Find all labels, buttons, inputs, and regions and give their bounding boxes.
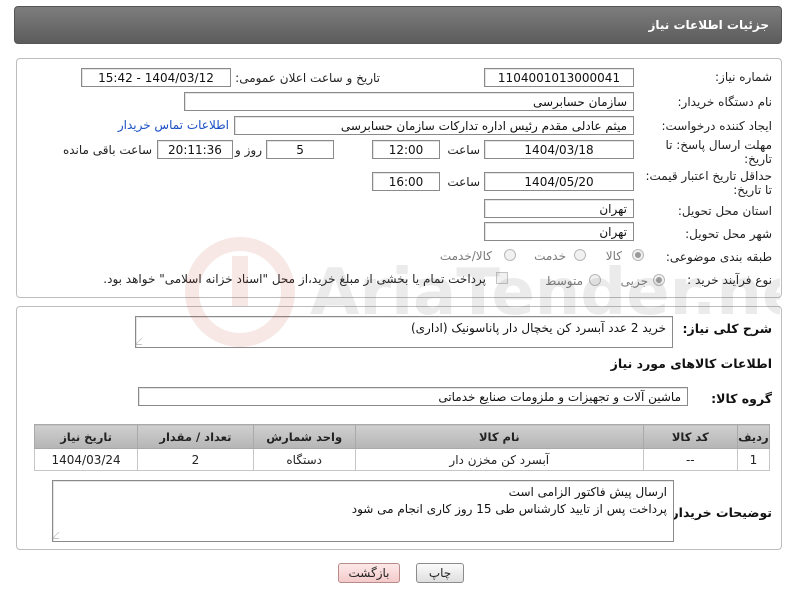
buyer-notes-textarea: ارسال پیش فاکتور الزامی است پرداخت پس از… xyxy=(51,480,674,542)
back-button[interactable]: بازگشت xyxy=(338,563,400,583)
buyer-org-label: نام دستگاه خریدار: xyxy=(677,95,773,109)
buyer-notes-label: توضیحات خریدار: xyxy=(666,505,772,520)
category-both-label: کالا/خدمت xyxy=(439,249,492,263)
col-row-number: ردیف xyxy=(736,424,771,449)
col-need-date: تاریخ نیاز xyxy=(33,424,139,449)
process-type-label: نوع فرآیند خرید : xyxy=(687,273,772,287)
summary-textarea: خرید 2 عدد آبسرد کن یخچال دار پاناسونیک … xyxy=(134,316,673,348)
reply-deadline-label-2: تاریخ: xyxy=(744,152,772,166)
print-button[interactable]: چاپ xyxy=(416,563,464,583)
summary-text: خرید 2 عدد آبسرد کن یخچال دار پاناسونیک … xyxy=(410,321,666,335)
goods-group-field: ماشین آلات و تجهیزات و ملزومات صنایع خدم… xyxy=(138,387,688,406)
resize-handle-icon[interactable] xyxy=(51,532,66,539)
price-time-label: ساعت xyxy=(447,175,480,189)
treasury-payment-checkbox[interactable] xyxy=(496,272,508,284)
cell-row-number: 1 xyxy=(736,448,771,471)
reply-time-field: 12:00 xyxy=(372,140,440,159)
cell-item-name: آبسرد کن مخزن دار xyxy=(354,448,644,471)
remaining-days-field: 5 xyxy=(266,140,334,159)
reply-deadline-label-1: مهلت ارسال پاسخ: تا xyxy=(665,138,772,152)
category-service-label: خدمت xyxy=(534,249,566,263)
announce-datetime-field: 1404/03/12 - 15:42 xyxy=(81,68,231,87)
summary-label: شرح کلی نیاز: xyxy=(682,321,772,336)
category-goods-radio[interactable] xyxy=(632,249,644,261)
reply-deadline-date-field: 1404/03/18 xyxy=(484,140,634,159)
requester-field: میثم عادلی مقدم رئیس اداره تدارکات سازما… xyxy=(234,116,634,135)
price-validity-label-2: تا تاریخ: xyxy=(733,183,772,197)
process-medium-radio[interactable] xyxy=(589,274,601,286)
buyer-contact-link[interactable]: اطلاعات تماس خریدار xyxy=(118,118,229,132)
process-minor-label: جزیی xyxy=(620,274,648,288)
price-time-field: 16:00 xyxy=(372,172,440,191)
process-medium-label: متوسط xyxy=(545,274,583,288)
remaining-time-field: 20:11:36 xyxy=(157,140,233,159)
col-item-code: کد کالا xyxy=(642,424,738,449)
remaining-time-label: ساعت باقی مانده xyxy=(62,143,152,157)
price-validity-label-1: حداقل تاریخ اعتبار قیمت: xyxy=(645,169,772,183)
category-goods-label: کالا xyxy=(605,249,622,263)
announce-datetime-label: تاریخ و ساعت اعلان عمومی: xyxy=(235,71,380,85)
days-label: روز و xyxy=(235,143,262,157)
requester-label: ایجاد کننده درخواست: xyxy=(661,119,772,133)
col-unit: واحد شمارش xyxy=(252,424,356,449)
cell-quantity: 2 xyxy=(137,448,254,471)
panel-header: جزئیات اطلاعات نیاز xyxy=(14,6,782,44)
page-title: جزئیات اطلاعات نیاز xyxy=(648,18,769,32)
category-label: طبقه بندی موضوعی: xyxy=(665,250,772,264)
cell-item-code: -- xyxy=(642,448,738,471)
table-header-row: ردیف کد کالا نام کالا واحد شمارش تعداد /… xyxy=(33,424,771,449)
buyer-notes-line-2: پرداخت پس از تایید کارشناس طی 15 روز کار… xyxy=(351,502,667,516)
need-number-label: شماره نیاز: xyxy=(715,70,772,84)
need-number-field: 1104001013000041 xyxy=(484,68,634,87)
category-both-radio[interactable] xyxy=(504,249,516,261)
table-row: 1 -- آبسرد کن مخزن دار دستگاه 2 1404/03/… xyxy=(33,448,771,471)
resize-handle-icon[interactable] xyxy=(134,338,149,345)
cell-need-date: 1404/03/24 xyxy=(33,448,139,471)
city-field: تهران xyxy=(484,222,634,241)
goods-info-title: اطلاعات کالاهای مورد نیاز xyxy=(610,356,772,371)
process-minor-radio[interactable] xyxy=(653,274,665,286)
goods-group-label: گروه کالا: xyxy=(711,391,772,406)
treasury-payment-note: پرداخت تمام یا بخشی از مبلغ خرید،از محل … xyxy=(103,272,486,286)
goods-table: ردیف کد کالا نام کالا واحد شمارش تعداد /… xyxy=(33,424,771,471)
reply-time-label: ساعت xyxy=(447,143,480,157)
province-field: تهران xyxy=(484,199,634,218)
col-item-name: نام کالا xyxy=(354,424,644,449)
price-validity-date-field: 1404/05/20 xyxy=(484,172,634,191)
category-service-radio[interactable] xyxy=(574,249,586,261)
col-quantity: تعداد / مقدار xyxy=(137,424,254,449)
province-label: استان محل تحویل: xyxy=(677,204,772,218)
cell-unit: دستگاه xyxy=(252,448,356,471)
buyer-org-field: سازمان حسابرسی xyxy=(184,92,634,111)
city-label: شهر محل تحویل: xyxy=(685,227,772,241)
buyer-notes-line-1: ارسال پیش فاکتور الزامی است xyxy=(508,485,667,499)
